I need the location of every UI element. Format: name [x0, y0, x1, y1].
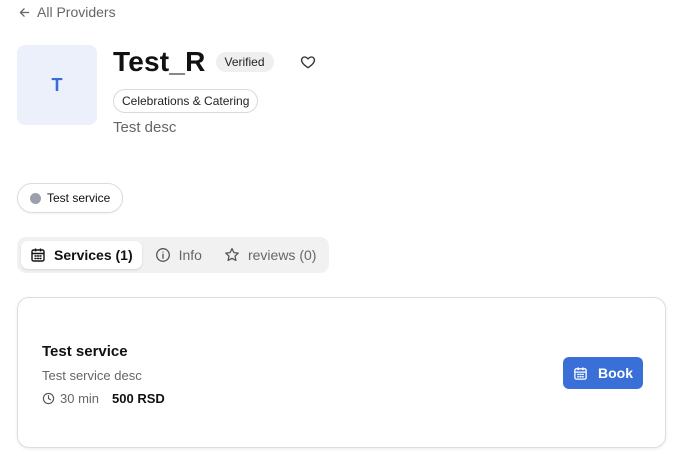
status-dot: [30, 192, 41, 204]
avatar-initial: T: [51, 74, 63, 95]
favorite-button[interactable]: [298, 52, 318, 72]
provider-name: Test_R: [113, 46, 206, 77]
calendar-icon: [31, 248, 45, 262]
category-chip: Celebrations & Catering: [113, 89, 259, 113]
info-icon: [155, 248, 170, 262]
service-price: 500 RSD: [112, 391, 165, 406]
back-to-providers-link[interactable]: All Providers: [18, 4, 116, 20]
service-filter-pill[interactable]: Test service: [17, 183, 124, 213]
provider-description: Test desc: [113, 119, 177, 136]
tab-info[interactable]: Info: [146, 241, 211, 269]
service-title: Test service: [42, 343, 128, 360]
service-filter-label: Test service: [47, 191, 111, 205]
tab-reviews-label: reviews (0): [247, 247, 317, 263]
tab-services[interactable]: Services (1): [21, 241, 142, 269]
tab-info-label: Info: [178, 247, 202, 263]
book-button-label: Book: [598, 365, 633, 381]
star-icon: [225, 247, 239, 262]
service-duration: 30 min: [60, 391, 100, 406]
tab-services-label: Services (1): [54, 247, 133, 263]
service-description: Test service desc: [42, 368, 142, 383]
tab-reviews[interactable]: reviews (0): [215, 241, 325, 269]
provider-page: All Providers T Test_R Verified Celebrat…: [0, 0, 675, 463]
verified-badge: Verified: [215, 52, 274, 72]
arrow-left-icon: [19, 7, 30, 17]
clock-icon: [42, 392, 55, 405]
calendar-icon: [574, 366, 587, 380]
back-link-label: All Providers: [37, 4, 116, 20]
service-meta: 30 min 500 RSD: [42, 391, 165, 406]
provider-avatar: T: [17, 45, 97, 125]
service-card: Test service Test service desc 30 min 50…: [17, 297, 666, 448]
provider-tabs: Services (1) Info reviews (0): [17, 237, 330, 273]
book-button[interactable]: Book: [563, 357, 643, 389]
provider-title-row: Test_R Verified: [113, 46, 318, 78]
heart-icon: [300, 56, 315, 69]
